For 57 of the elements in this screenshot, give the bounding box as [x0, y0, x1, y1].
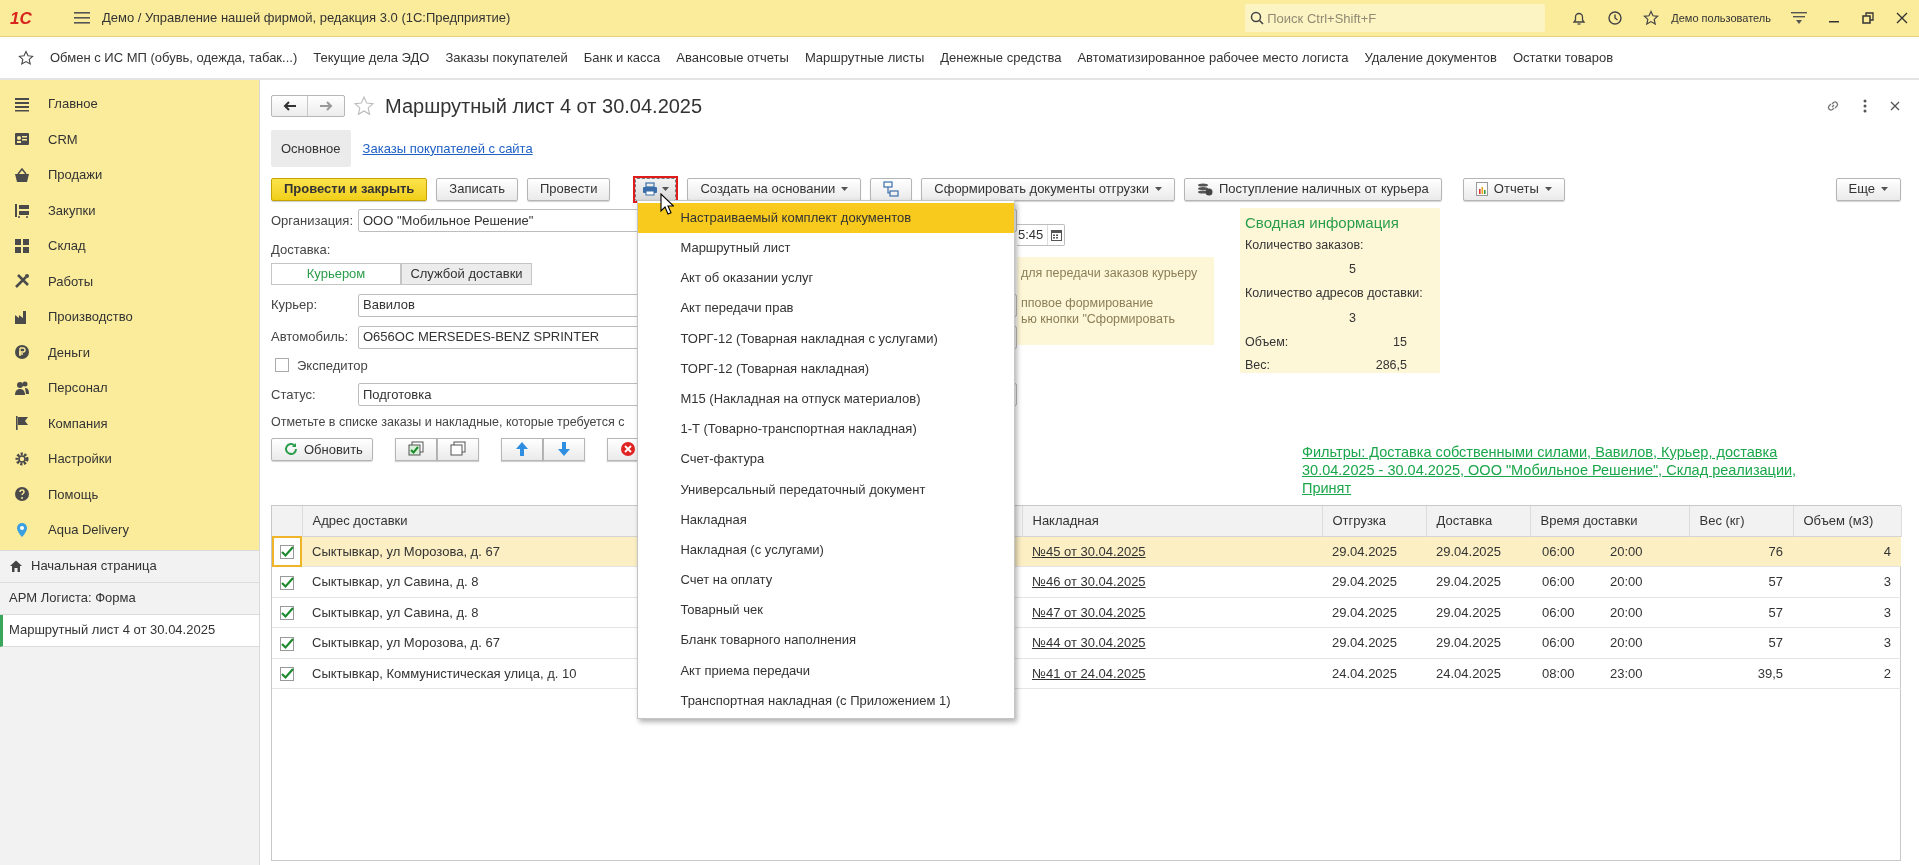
table-cell: 06:00 [1542, 543, 1575, 559]
table-cell: Сыктывкар, ул Морозова, д. 67 [312, 543, 500, 559]
summary-value: 286,5 [1375, 357, 1407, 375]
table-cell: Сыктывкар, ул Морозова, д. 67 [312, 635, 500, 651]
table-cell: 39,5 [1757, 665, 1783, 681]
field-label: Курьер: [271, 296, 318, 315]
form-title: Маршрутный лист 4 от 30.04.2025 [385, 94, 703, 119]
summary-label: Количество заказов: [1245, 236, 1365, 254]
summary-title: Сводная информация [1245, 213, 1400, 233]
app-logo: 1С [10, 9, 33, 27]
table-cell: 3 [1883, 574, 1891, 590]
table-cell: 06:00 [1542, 574, 1575, 590]
note-text: для передачи заказов курьеру [1021, 265, 1199, 281]
table-cell: 24.04.2025 [1332, 665, 1398, 681]
field-label: Автомобиль: [271, 328, 350, 347]
table-cell: 4 [1883, 543, 1891, 559]
table-cell: 24.04.2025 [1436, 665, 1502, 681]
checkbox-label: Экспедитор [297, 356, 368, 375]
table-cell: 57 [1768, 574, 1783, 590]
table-cell: 29.04.2025 [1436, 635, 1502, 651]
table-cell: 29.04.2025 [1436, 543, 1502, 559]
table-cell: 3 [1883, 604, 1891, 620]
table-cell: 08:00 [1542, 665, 1575, 681]
summary-label: Объем: [1245, 333, 1290, 351]
note-text: ью кнопки "Сформировать [1021, 311, 1176, 327]
summary-value: 3 [1348, 309, 1357, 327]
table-cell: 23:00 [1610, 665, 1643, 681]
table-cell: 20:00 [1610, 574, 1643, 590]
window-title: Демо / Управление нашей фирмой, редакция 3.0 (1С:Предприятие) [102, 9, 511, 28]
table-cell: 29.04.2025 [1436, 604, 1502, 620]
summary-value: 15 [1393, 333, 1407, 351]
table-cell: 20:00 [1610, 635, 1643, 651]
table-cell: 20:00 [1610, 604, 1643, 620]
summary-label: Вес: [1245, 357, 1271, 375]
field-label: Статус: [271, 385, 317, 404]
table-cell: 76 [1768, 543, 1783, 559]
field-label: Организация: [271, 211, 355, 230]
table-cell: Сыктывкар, ул Савина, д. 8 [312, 574, 479, 590]
field-label: Доставка: [271, 241, 331, 259]
table-cell: 29.04.2025 [1332, 635, 1398, 651]
table-cell: 57 [1768, 635, 1783, 651]
table-cell: 29.04.2025 [1436, 574, 1502, 590]
note-text: пповое формирование [1021, 295, 1155, 311]
table-cell: Сыктывкар, Коммунистическая улица, д. 10 [312, 665, 577, 681]
table-cell: 57 [1768, 604, 1783, 620]
table-cell: 2 [1883, 665, 1891, 681]
summary-label: Количество адресов доставки: [1245, 285, 1424, 302]
hint-text: Отметьте в списке заказы и накладные, которые требуется с [271, 414, 625, 431]
table-cell: 06:00 [1542, 635, 1575, 651]
table-cell: Сыктывкар, ул Савина, д. 8 [312, 604, 479, 620]
table-cell: 3 [1883, 635, 1891, 651]
table-cell: 20:00 [1610, 543, 1643, 559]
summary-value: 5 [1348, 261, 1357, 279]
table-cell: 29.04.2025 [1332, 543, 1398, 559]
table-cell: 06:00 [1542, 604, 1575, 620]
table-cell: 29.04.2025 [1332, 574, 1398, 590]
table-cell: 29.04.2025 [1332, 604, 1398, 620]
